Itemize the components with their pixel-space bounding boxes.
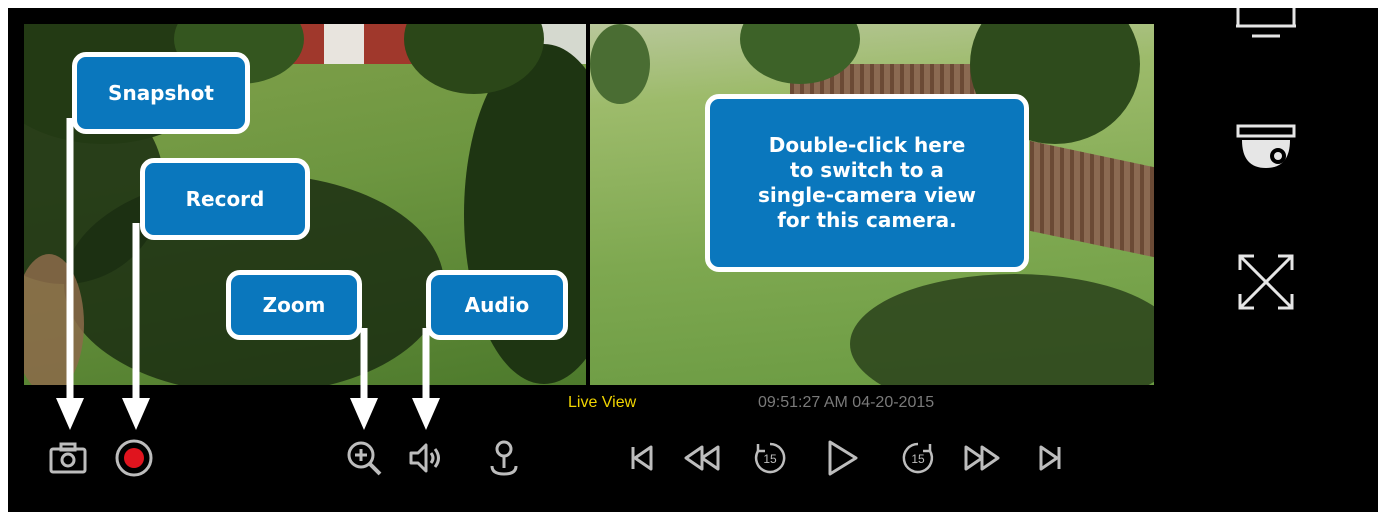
snapshot-button[interactable] (46, 436, 90, 480)
snapshot-arrow (56, 118, 84, 430)
record-callout: Record (140, 158, 310, 240)
back-15-button[interactable]: 15 (748, 436, 792, 480)
double-click-line-3: single-camera view (757, 183, 977, 207)
fast-forward-icon (964, 445, 1000, 471)
record-button[interactable] (112, 436, 156, 480)
forward-15-button[interactable]: 15 (896, 436, 940, 480)
speaker-icon (409, 443, 440, 473)
forward-15-label: 15 (911, 452, 925, 466)
double-click-line-4: for this camera. (777, 208, 957, 232)
dome-camera-icon[interactable] (1230, 120, 1302, 180)
play-icon (828, 440, 858, 476)
monitor-icon[interactable] (1230, 8, 1302, 68)
skip-start-icon (631, 445, 653, 471)
rewind-button[interactable] (680, 436, 724, 480)
forward-15-icon: 15 (902, 442, 934, 474)
zoom-button[interactable] (342, 436, 386, 480)
back-15-icon: 15 (754, 442, 786, 474)
zoom-arrow (350, 328, 378, 430)
rewind-icon (684, 445, 720, 471)
audio-callout: Audio (426, 270, 568, 340)
timestamp: 09:51:27 AM 04-20-2015 (758, 394, 935, 411)
ptz-joystick-icon (490, 440, 518, 476)
double-click-callout: Double-click here to switch to a single-… (705, 94, 1029, 272)
video-viewer: Live View 09:51:27 AM 04-20-2015 15 15 S… (8, 8, 1378, 512)
zoom-callout: Zoom (226, 270, 362, 340)
skip-end-button[interactable] (1028, 436, 1072, 480)
back-15-label: 15 (763, 452, 777, 466)
record-icon (115, 439, 153, 477)
double-click-line-2: to switch to a (790, 158, 944, 182)
fullscreen-icon[interactable] (1230, 250, 1302, 310)
audio-arrow (412, 328, 440, 430)
zoom-in-icon (347, 441, 382, 476)
double-click-line-1: Double-click here (768, 133, 966, 157)
play-button[interactable] (820, 436, 864, 480)
camera-icon (49, 442, 87, 474)
snapshot-callout: Snapshot (72, 52, 250, 134)
skip-start-button[interactable] (620, 436, 664, 480)
skip-end-icon (1039, 445, 1061, 471)
fast-forward-button[interactable] (960, 436, 1004, 480)
record-arrow (122, 223, 150, 430)
ptz-button[interactable] (482, 436, 526, 480)
live-view-label: Live View (568, 394, 637, 411)
audio-button[interactable] (404, 436, 448, 480)
